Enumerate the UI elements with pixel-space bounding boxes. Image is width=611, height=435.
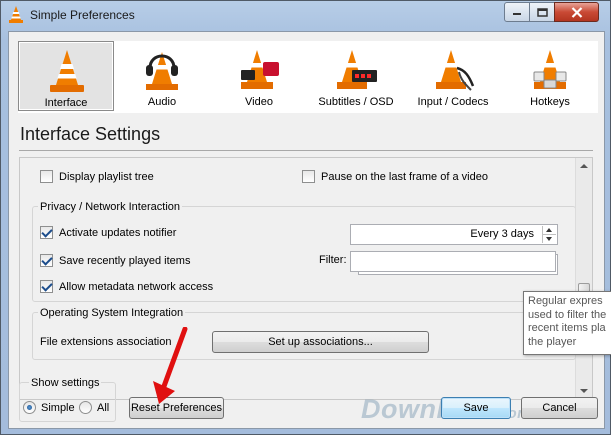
display-playlist-tree-option[interactable]: Display playlist tree (40, 170, 154, 183)
maximize-icon (536, 7, 548, 17)
updates-notifier-option[interactable]: Activate updates notifier (40, 226, 176, 239)
update-interval-field[interactable]: Every 3 days (350, 224, 558, 245)
show-all-label: All (97, 401, 110, 414)
display-playlist-tree-label: Display playlist tree (59, 170, 154, 183)
category-bar: Interface Audio Video Subtitles / OSD In… (18, 41, 598, 113)
video-cone-icon (241, 50, 279, 89)
category-video[interactable]: Video (211, 41, 307, 111)
os-integration-group-title: Operating System Integration (38, 307, 186, 319)
show-simple-option[interactable]: Simple (23, 401, 75, 414)
page-title: Interface Settings (20, 124, 161, 144)
updates-notifier-checkbox[interactable] (40, 226, 53, 239)
category-label: Audio (147, 96, 177, 108)
updates-notifier-label: Activate updates notifier (59, 226, 177, 239)
minimize-button[interactable] (504, 2, 530, 22)
preferences-window: Simple Preferences Interface Audio Video… (0, 0, 611, 435)
metadata-access-option[interactable]: Allow metadata network access (40, 280, 213, 293)
stepper-up-icon[interactable] (546, 228, 552, 232)
vlc-cone-icon (9, 6, 23, 23)
interface-cone-icon (50, 50, 84, 92)
window-title: Simple Preferences (30, 8, 135, 22)
update-interval-stepper[interactable] (542, 226, 556, 243)
save-button[interactable]: Save (441, 397, 511, 419)
close-button[interactable] (554, 2, 599, 22)
heading-divider (19, 150, 593, 151)
save-recent-items-checkbox[interactable] (40, 254, 53, 267)
category-interface[interactable]: Interface (18, 41, 114, 111)
category-input-codecs[interactable]: Input / Codecs (405, 41, 501, 111)
category-label: Subtitles / OSD (318, 96, 394, 108)
input-codecs-cone-icon (436, 50, 475, 91)
show-simple-radio[interactable] (23, 401, 36, 414)
tooltip-line: the player (528, 335, 577, 348)
show-settings-title: Show settings (29, 377, 102, 389)
category-label: Hotkeys (530, 96, 570, 108)
filter-input[interactable] (350, 251, 556, 272)
category-label: Input / Codecs (417, 96, 489, 108)
stepper-down-icon[interactable] (546, 237, 552, 241)
display-playlist-tree-checkbox[interactable] (40, 170, 53, 183)
pause-last-frame-option[interactable]: Pause on the last frame of a video (302, 170, 488, 183)
audio-headphones-cone-icon (146, 52, 178, 90)
save-recent-items-label: Save recently played items (59, 254, 191, 267)
metadata-access-label: Allow metadata network access (59, 280, 214, 293)
cancel-button[interactable]: Cancel (521, 397, 598, 419)
hotkeys-cone-icon (533, 50, 567, 89)
settings-vertical-scrollbar[interactable] (575, 158, 592, 399)
show-simple-label: Simple (41, 401, 75, 414)
maximize-button[interactable] (529, 2, 555, 22)
show-all-option[interactable]: All (79, 401, 109, 414)
pause-last-frame-label: Pause on the last frame of a video (321, 170, 488, 183)
pause-last-frame-checkbox[interactable] (302, 170, 315, 183)
update-interval-value: Every 3 days (470, 228, 534, 240)
category-audio[interactable]: Audio (114, 41, 210, 111)
title-bar: Simple Preferences (1, 1, 610, 31)
cancel-label: Cancel (542, 402, 577, 414)
metadata-access-checkbox[interactable] (40, 280, 53, 293)
scroll-down-arrow-icon[interactable] (580, 389, 588, 393)
setup-associations-label: Set up associations... (268, 336, 373, 348)
filter-tooltip: Regular expres used to filter the recent… (523, 291, 611, 355)
show-all-radio[interactable] (79, 401, 92, 414)
minimize-icon (513, 13, 521, 15)
category-label: Interface (44, 97, 88, 109)
privacy-group-title: Privacy / Network Interaction (38, 201, 182, 213)
category-subtitles-osd[interactable]: Subtitles / OSD (308, 41, 404, 111)
settings-scroll-area: Display playlist tree Pause on the last … (19, 157, 593, 400)
setup-associations-button[interactable]: Set up associations... (212, 331, 429, 353)
subtitles-cone-icon (337, 50, 377, 89)
close-icon (571, 6, 582, 18)
stepper-divider (543, 234, 556, 235)
scroll-up-arrow-icon[interactable] (580, 164, 588, 168)
category-label: Video (245, 96, 273, 108)
tooltip-line: Regular expres (528, 295, 603, 307)
preferences-client-area: Interface Audio Video Subtitles / OSD In… (8, 31, 605, 429)
red-annotation-arrow-icon (153, 327, 188, 404)
category-hotkeys[interactable]: Hotkeys (502, 41, 598, 111)
save-recent-items-option[interactable]: Save recently played items (40, 254, 190, 267)
tooltip-line: used to filter the (528, 308, 607, 321)
tooltip-line: recent items pla (528, 322, 606, 334)
filter-label: Filter: (319, 254, 347, 266)
save-label: Save (463, 402, 489, 414)
